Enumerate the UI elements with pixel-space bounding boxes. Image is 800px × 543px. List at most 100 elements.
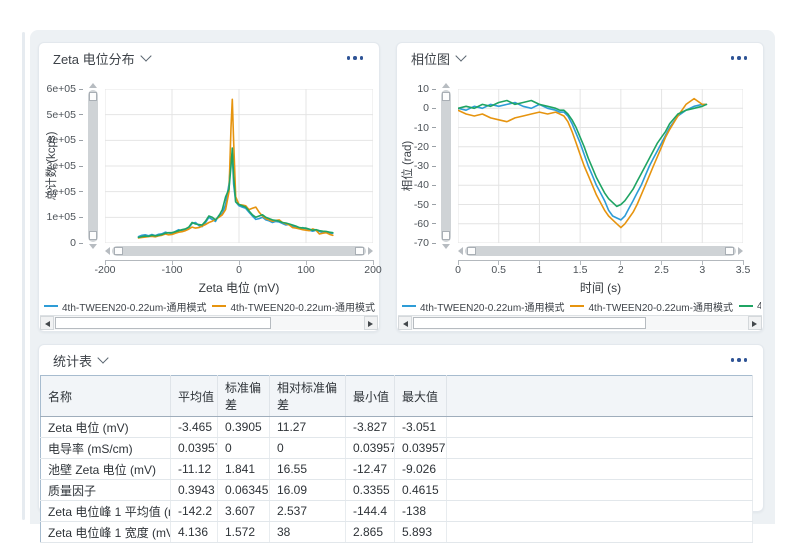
column-header[interactable]: 平均值	[171, 376, 218, 417]
y-tick-label: 10	[397, 83, 436, 95]
vertical-slider-handle-bottom[interactable]	[89, 231, 97, 240]
column-header[interactable]: 标准偏差	[218, 376, 270, 417]
vertical-slider-track[interactable]	[441, 90, 451, 242]
scrollbar-left-arrow[interactable]	[398, 316, 412, 330]
table-header-row: 名称平均值标准偏差相对标准偏差最小值最大值	[41, 376, 753, 417]
panel-horizontal-scrollbar[interactable]	[40, 315, 378, 330]
panel-title-dropdown[interactable]: Zeta 电位分布	[53, 49, 150, 68]
table-row[interactable]: Zeta 电位峰 1 平均值 (mV)-142.23.6072.537-144.…	[41, 501, 753, 522]
phase-plot-panel: 相位图 相位 (rad) -70-60-50-40-30-20-10010 00…	[396, 42, 764, 332]
value-cell: 1.841	[218, 459, 270, 480]
horizontal-slider-handle-right[interactable]	[725, 247, 734, 255]
vertical-slider-handle-top[interactable]	[442, 92, 450, 101]
horizontal-slider-handle-right[interactable]	[355, 247, 364, 255]
legend-item[interactable]: 4	[739, 301, 761, 312]
table-row[interactable]: 池壁 Zeta 电位 (mV)-11.121.84116.55-12.47-9.…	[41, 459, 753, 480]
value-cell: -12.47	[346, 459, 395, 480]
panel-title-dropdown[interactable]: 统计表	[53, 351, 107, 370]
table-row[interactable]: Zeta 电位 (mV)-3.4650.390511.27-3.827-3.05…	[41, 417, 753, 438]
table-row[interactable]: 质量因子0.39430.0634516.090.33550.4615	[41, 480, 753, 501]
slider-left-arrow-icon[interactable]	[105, 247, 110, 255]
vertical-slider-handle-bottom[interactable]	[442, 231, 450, 240]
scrollbar-right-arrow[interactable]	[364, 316, 378, 330]
more-options-button[interactable]	[345, 52, 366, 64]
filler-cell	[447, 459, 753, 480]
value-cell: -142.2	[171, 501, 218, 522]
vertical-zoom-slider[interactable]	[87, 83, 99, 249]
plot-area[interactable]	[105, 89, 373, 243]
panel-title: 统计表	[53, 351, 92, 370]
y-tick-label: 6e+05	[39, 83, 83, 95]
x-tick-label: -100	[161, 264, 182, 276]
legend-color-dash	[739, 305, 753, 307]
filler-cell	[447, 501, 753, 522]
legend-label: 4th-TWEEN20-0.22um-通用模式	[62, 299, 206, 314]
horizontal-slider-track[interactable]	[465, 246, 736, 256]
slider-left-arrow-icon[interactable]	[458, 247, 463, 255]
zeta-distribution-panel: Zeta 电位分布 总计数 (kcps) 01e+052e+053e+054e+…	[38, 42, 380, 332]
vertical-slider-track[interactable]	[88, 90, 98, 242]
legend-color-dash	[402, 305, 416, 307]
value-cell: 0.06345	[218, 480, 270, 501]
more-options-button[interactable]	[729, 52, 750, 64]
slider-up-arrow-icon[interactable]	[89, 83, 97, 88]
scrollbar-thumb[interactable]	[413, 317, 646, 329]
vertical-slider-handle-top[interactable]	[89, 92, 97, 101]
horizontal-zoom-slider[interactable]	[105, 245, 373, 257]
slider-right-arrow-icon[interactable]	[738, 247, 743, 255]
vertical-zoom-slider[interactable]	[440, 83, 452, 249]
horizontal-zoom-slider[interactable]	[458, 245, 743, 257]
legend-label: 4	[757, 301, 761, 312]
slider-down-arrow-icon[interactable]	[442, 244, 450, 249]
y-tick-label: 4e+05	[39, 134, 83, 146]
value-cell: 0.4615	[395, 480, 447, 501]
scrollbar-left-arrow[interactable]	[40, 316, 54, 330]
more-options-button[interactable]	[729, 354, 750, 366]
slider-down-arrow-icon[interactable]	[89, 244, 97, 249]
x-tick-label: 1.5	[573, 264, 588, 276]
statistics-table: 名称平均值标准偏差相对标准偏差最小值最大值Zeta 电位 (mV)-3.4650…	[40, 375, 753, 543]
x-tick-label: 0	[236, 264, 242, 276]
scrollbar-thumb[interactable]	[55, 317, 271, 329]
column-header[interactable]: 最小值	[346, 376, 395, 417]
value-cell: -3.827	[346, 417, 395, 438]
panel-title-dropdown[interactable]: 相位图	[411, 49, 465, 68]
y-tick-label: -50	[397, 199, 436, 211]
panel-horizontal-scrollbar[interactable]	[398, 315, 762, 330]
value-cell: -138	[395, 501, 447, 522]
column-header[interactable]: 相对标准偏差	[270, 376, 346, 417]
y-tick-label: -30	[397, 160, 436, 172]
slider-right-arrow-icon[interactable]	[368, 247, 373, 255]
legend-item[interactable]: 4th-TWEEN20-0.22um-通用模式	[212, 299, 374, 314]
value-cell: -144.4	[346, 501, 395, 522]
plot-area[interactable]	[458, 89, 743, 243]
x-tick-label: 3	[699, 264, 705, 276]
horizontal-slider-handle-left[interactable]	[467, 247, 476, 255]
value-cell: 0.03957	[171, 438, 218, 459]
scrollbar-right-arrow[interactable]	[748, 316, 762, 330]
chevron-down-icon	[140, 50, 151, 61]
horizontal-slider-track[interactable]	[112, 246, 366, 256]
table-row[interactable]: 电导率 (mS/cm)0.03957000.039570.03957	[41, 438, 753, 459]
table-row[interactable]: Zeta 电位峰 1 宽度 (mV)4.1361.572382.8655.893	[41, 522, 753, 543]
value-cell: -11.12	[171, 459, 218, 480]
value-cell: 1.572	[218, 522, 270, 543]
column-header[interactable]: 名称	[41, 376, 171, 417]
column-header[interactable]: 最大值	[395, 376, 447, 417]
legend-item[interactable]: 4th-TWEEN20-0.22um-通用模式	[44, 299, 206, 314]
value-cell: -9.026	[395, 459, 447, 480]
value-cell: 11.27	[270, 417, 346, 438]
value-cell: 0.03957	[346, 438, 395, 459]
legend-item[interactable]: 4th-TWEEN20-0.22um-通用模式	[570, 299, 732, 314]
slider-up-arrow-icon[interactable]	[442, 83, 450, 88]
x-tick-label: 2.5	[654, 264, 669, 276]
x-tick-label: 1	[537, 264, 543, 276]
filler-cell	[447, 480, 753, 501]
row-name-cell: 池壁 Zeta 电位 (mV)	[41, 459, 171, 480]
y-tick-label: -60	[397, 218, 436, 230]
window-scrollbar[interactable]	[22, 32, 25, 520]
legend-item[interactable]: 4th-TWEEN20-0.22um-通用模式	[402, 299, 564, 314]
value-cell: 16.09	[270, 480, 346, 501]
horizontal-slider-handle-left[interactable]	[114, 247, 123, 255]
value-cell: -3.051	[395, 417, 447, 438]
